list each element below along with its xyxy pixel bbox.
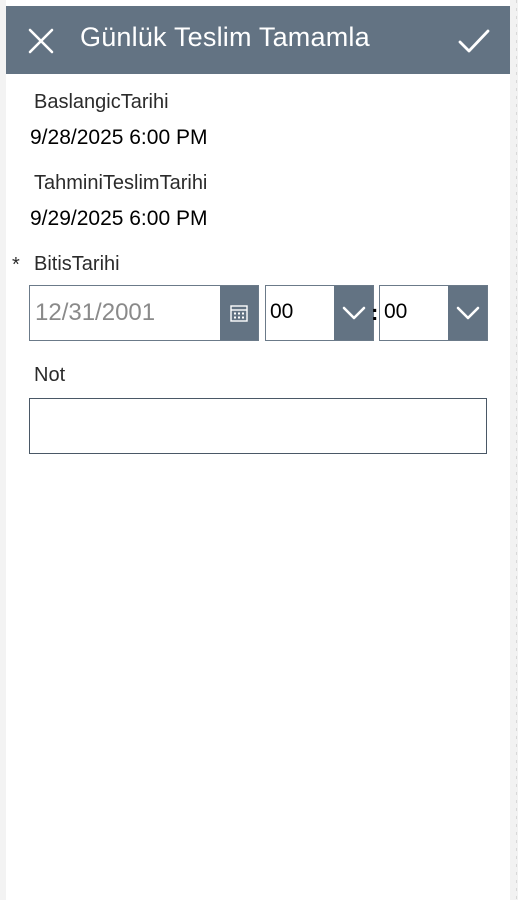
chevron-down-icon (342, 306, 365, 320)
minute-value: 00 (384, 300, 408, 323)
close-button[interactable] (24, 24, 58, 58)
required-marker: * (12, 254, 20, 276)
end-date-label: BitisTarihi (34, 253, 120, 275)
calendar-button[interactable] (220, 286, 258, 340)
confirm-button[interactable] (454, 22, 494, 60)
note-input[interactable] (30, 399, 486, 453)
estimated-date-label: TahminiTeslimTarihi (34, 172, 208, 194)
checkmark-icon (458, 29, 490, 53)
note-label: Not (34, 364, 66, 386)
end-date-input[interactable] (30, 286, 220, 340)
start-date-label: BaslangicTarihi (34, 91, 169, 113)
form-title: Günlük Teslim Tamamla (80, 22, 370, 52)
page-background-right (510, 0, 518, 900)
hour-value: 00 (270, 300, 294, 323)
estimated-date-value: 9/29/2025 6:00 PM (30, 207, 208, 230)
form-panel: Günlük Teslim Tamamla BaslangicTarihi 9/… (6, 6, 510, 900)
chevron-down-icon (456, 306, 479, 320)
minute-select[interactable]: 00 (379, 285, 488, 341)
close-icon (28, 28, 54, 54)
form-header: Günlük Teslim Tamamla (6, 6, 510, 74)
calendar-icon (230, 305, 248, 322)
time-separator: : (371, 300, 379, 325)
hour-dropdown-button[interactable] (334, 286, 373, 340)
note-field (29, 398, 487, 454)
end-date-field (29, 285, 259, 341)
start-date-value: 9/28/2025 6:00 PM (30, 126, 208, 149)
minute-dropdown-button[interactable] (448, 286, 487, 340)
hour-select[interactable]: 00 (265, 285, 374, 341)
